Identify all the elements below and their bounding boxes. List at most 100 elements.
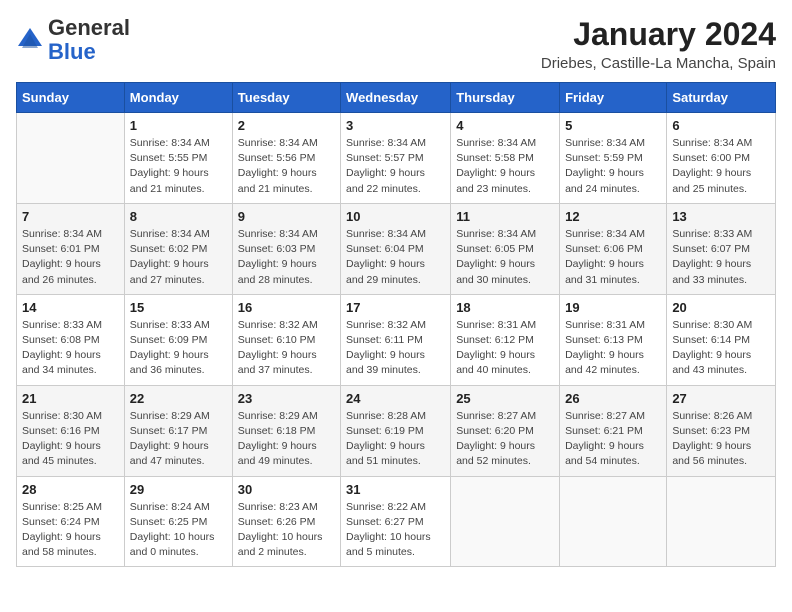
day-number: 30 bbox=[238, 482, 335, 497]
day-number: 23 bbox=[238, 391, 335, 406]
day-info: Sunrise: 8:30 AM Sunset: 6:14 PM Dayligh… bbox=[672, 318, 770, 379]
day-number: 15 bbox=[130, 300, 227, 315]
calendar-cell: 5 Sunrise: 8:34 AM Sunset: 5:59 PM Daylig… bbox=[560, 113, 667, 204]
day-info: Sunrise: 8:34 AM Sunset: 6:03 PM Dayligh… bbox=[238, 227, 335, 288]
location-subtitle: Driebes, Castille-La Mancha, Spain bbox=[541, 55, 776, 72]
day-number: 4 bbox=[456, 118, 554, 133]
calendar-cell: 23 Sunrise: 8:29 AM Sunset: 6:18 PM Dayli… bbox=[232, 385, 340, 476]
page-header: General Blue January 2024 Driebes, Casti… bbox=[16, 16, 776, 72]
day-info: Sunrise: 8:29 AM Sunset: 6:17 PM Dayligh… bbox=[130, 409, 227, 470]
calendar-cell: 27 Sunrise: 8:26 AM Sunset: 6:23 PM Dayli… bbox=[667, 385, 776, 476]
calendar-cell: 10 Sunrise: 8:34 AM Sunset: 6:04 PM Dayli… bbox=[341, 203, 451, 294]
week-row-5: 28Sunrise: 8:25 AM Sunset: 6:24 PM Dayli… bbox=[17, 476, 776, 567]
logo-blue-text: Blue bbox=[48, 39, 96, 64]
day-info: Sunrise: 8:33 AM Sunset: 6:08 PM Dayligh… bbox=[22, 318, 119, 379]
calendar-cell: 7 Sunrise: 8:34 AM Sunset: 6:01 PM Daylig… bbox=[17, 203, 125, 294]
day-info: Sunrise: 8:30 AM Sunset: 6:16 PM Dayligh… bbox=[22, 409, 119, 470]
calendar-cell: 29Sunrise: 8:24 AM Sunset: 6:25 PM Dayli… bbox=[124, 476, 232, 567]
calendar-cell: 22Sunrise: 8:29 AM Sunset: 6:17 PM Dayli… bbox=[124, 385, 232, 476]
day-number: 25 bbox=[456, 391, 554, 406]
day-number: 10 bbox=[346, 209, 445, 224]
day-number: 12 bbox=[565, 209, 661, 224]
calendar-cell: 2 Sunrise: 8:34 AM Sunset: 5:56 PM Daylig… bbox=[232, 113, 340, 204]
day-info: Sunrise: 8:34 AM Sunset: 6:05 PM Dayligh… bbox=[456, 227, 554, 288]
week-row-3: 14Sunrise: 8:33 AM Sunset: 6:08 PM Dayli… bbox=[17, 294, 776, 385]
calendar-cell: 1Sunrise: 8:34 AM Sunset: 5:55 PM Daylig… bbox=[124, 113, 232, 204]
title-block: January 2024 Driebes, Castille-La Mancha… bbox=[541, 16, 776, 72]
day-number: 13 bbox=[672, 209, 770, 224]
calendar-cell bbox=[667, 476, 776, 567]
week-row-4: 21 Sunrise: 8:30 AM Sunset: 6:16 PM Dayli… bbox=[17, 385, 776, 476]
day-info: Sunrise: 8:26 AM Sunset: 6:23 PM Dayligh… bbox=[672, 409, 770, 470]
logo: General Blue bbox=[16, 16, 130, 64]
day-number: 29 bbox=[130, 482, 227, 497]
day-info: Sunrise: 8:32 AM Sunset: 6:10 PM Dayligh… bbox=[238, 318, 335, 379]
calendar-cell bbox=[17, 113, 125, 204]
calendar-table: SundayMondayTuesdayWednesdayThursdayFrid… bbox=[16, 82, 776, 567]
day-number: 8 bbox=[130, 209, 227, 224]
day-number: 9 bbox=[238, 209, 335, 224]
day-info: Sunrise: 8:34 AM Sunset: 5:57 PM Dayligh… bbox=[346, 136, 445, 197]
calendar-cell: 26Sunrise: 8:27 AM Sunset: 6:21 PM Dayli… bbox=[560, 385, 667, 476]
week-row-1: 1Sunrise: 8:34 AM Sunset: 5:55 PM Daylig… bbox=[17, 113, 776, 204]
calendar-cell bbox=[451, 476, 560, 567]
day-info: Sunrise: 8:34 AM Sunset: 5:58 PM Dayligh… bbox=[456, 136, 554, 197]
day-info: Sunrise: 8:34 AM Sunset: 5:56 PM Dayligh… bbox=[238, 136, 335, 197]
weekday-header-saturday: Saturday bbox=[667, 83, 776, 113]
calendar-cell: 11 Sunrise: 8:34 AM Sunset: 6:05 PM Dayli… bbox=[451, 203, 560, 294]
day-info: Sunrise: 8:34 AM Sunset: 5:59 PM Dayligh… bbox=[565, 136, 661, 197]
day-info: Sunrise: 8:33 AM Sunset: 6:09 PM Dayligh… bbox=[130, 318, 227, 379]
weekday-header-thursday: Thursday bbox=[451, 83, 560, 113]
calendar-cell: 3 Sunrise: 8:34 AM Sunset: 5:57 PM Daylig… bbox=[341, 113, 451, 204]
day-number: 7 bbox=[22, 209, 119, 224]
day-info: Sunrise: 8:34 AM Sunset: 6:01 PM Dayligh… bbox=[22, 227, 119, 288]
day-info: Sunrise: 8:29 AM Sunset: 6:18 PM Dayligh… bbox=[238, 409, 335, 470]
day-info: Sunrise: 8:31 AM Sunset: 6:12 PM Dayligh… bbox=[456, 318, 554, 379]
day-info: Sunrise: 8:34 AM Sunset: 6:04 PM Dayligh… bbox=[346, 227, 445, 288]
calendar-cell: 20Sunrise: 8:30 AM Sunset: 6:14 PM Dayli… bbox=[667, 294, 776, 385]
day-info: Sunrise: 8:33 AM Sunset: 6:07 PM Dayligh… bbox=[672, 227, 770, 288]
weekday-header-monday: Monday bbox=[124, 83, 232, 113]
calendar-cell: 6 Sunrise: 8:34 AM Sunset: 6:00 PM Daylig… bbox=[667, 113, 776, 204]
day-info: Sunrise: 8:23 AM Sunset: 6:26 PM Dayligh… bbox=[238, 500, 335, 561]
calendar-cell: 15 Sunrise: 8:33 AM Sunset: 6:09 PM Dayli… bbox=[124, 294, 232, 385]
logo-general-text: General bbox=[48, 15, 130, 40]
day-number: 31 bbox=[346, 482, 445, 497]
day-number: 6 bbox=[672, 118, 770, 133]
day-number: 26 bbox=[565, 391, 661, 406]
day-number: 11 bbox=[456, 209, 554, 224]
month-title: January 2024 bbox=[541, 16, 776, 53]
day-number: 28 bbox=[22, 482, 119, 497]
calendar-cell bbox=[560, 476, 667, 567]
calendar-cell: 18 Sunrise: 8:31 AM Sunset: 6:12 PM Dayli… bbox=[451, 294, 560, 385]
day-number: 21 bbox=[22, 391, 119, 406]
calendar-cell: 16Sunrise: 8:32 AM Sunset: 6:10 PM Dayli… bbox=[232, 294, 340, 385]
calendar-cell: 21 Sunrise: 8:30 AM Sunset: 6:16 PM Dayli… bbox=[17, 385, 125, 476]
day-number: 27 bbox=[672, 391, 770, 406]
day-number: 3 bbox=[346, 118, 445, 133]
day-info: Sunrise: 8:34 AM Sunset: 6:02 PM Dayligh… bbox=[130, 227, 227, 288]
weekday-header-tuesday: Tuesday bbox=[232, 83, 340, 113]
calendar-cell: 25 Sunrise: 8:27 AM Sunset: 6:20 PM Dayli… bbox=[451, 385, 560, 476]
day-info: Sunrise: 8:32 AM Sunset: 6:11 PM Dayligh… bbox=[346, 318, 445, 379]
calendar-cell: 13 Sunrise: 8:33 AM Sunset: 6:07 PM Dayli… bbox=[667, 203, 776, 294]
calendar-cell: 4 Sunrise: 8:34 AM Sunset: 5:58 PM Daylig… bbox=[451, 113, 560, 204]
weekday-header-wednesday: Wednesday bbox=[341, 83, 451, 113]
weekday-header-row: SundayMondayTuesdayWednesdayThursdayFrid… bbox=[17, 83, 776, 113]
day-info: Sunrise: 8:27 AM Sunset: 6:20 PM Dayligh… bbox=[456, 409, 554, 470]
day-info: Sunrise: 8:34 AM Sunset: 6:06 PM Dayligh… bbox=[565, 227, 661, 288]
calendar-cell: 28Sunrise: 8:25 AM Sunset: 6:24 PM Dayli… bbox=[17, 476, 125, 567]
day-number: 19 bbox=[565, 300, 661, 315]
day-number: 17 bbox=[346, 300, 445, 315]
day-info: Sunrise: 8:34 AM Sunset: 5:55 PM Dayligh… bbox=[130, 136, 227, 197]
week-row-2: 7 Sunrise: 8:34 AM Sunset: 6:01 PM Daylig… bbox=[17, 203, 776, 294]
day-info: Sunrise: 8:22 AM Sunset: 6:27 PM Dayligh… bbox=[346, 500, 445, 561]
day-number: 2 bbox=[238, 118, 335, 133]
day-number: 24 bbox=[346, 391, 445, 406]
day-number: 5 bbox=[565, 118, 661, 133]
calendar-cell: 9 Sunrise: 8:34 AM Sunset: 6:03 PM Daylig… bbox=[232, 203, 340, 294]
logo-icon bbox=[16, 26, 44, 54]
day-info: Sunrise: 8:34 AM Sunset: 6:00 PM Dayligh… bbox=[672, 136, 770, 197]
day-number: 18 bbox=[456, 300, 554, 315]
calendar-cell: 19Sunrise: 8:31 AM Sunset: 6:13 PM Dayli… bbox=[560, 294, 667, 385]
